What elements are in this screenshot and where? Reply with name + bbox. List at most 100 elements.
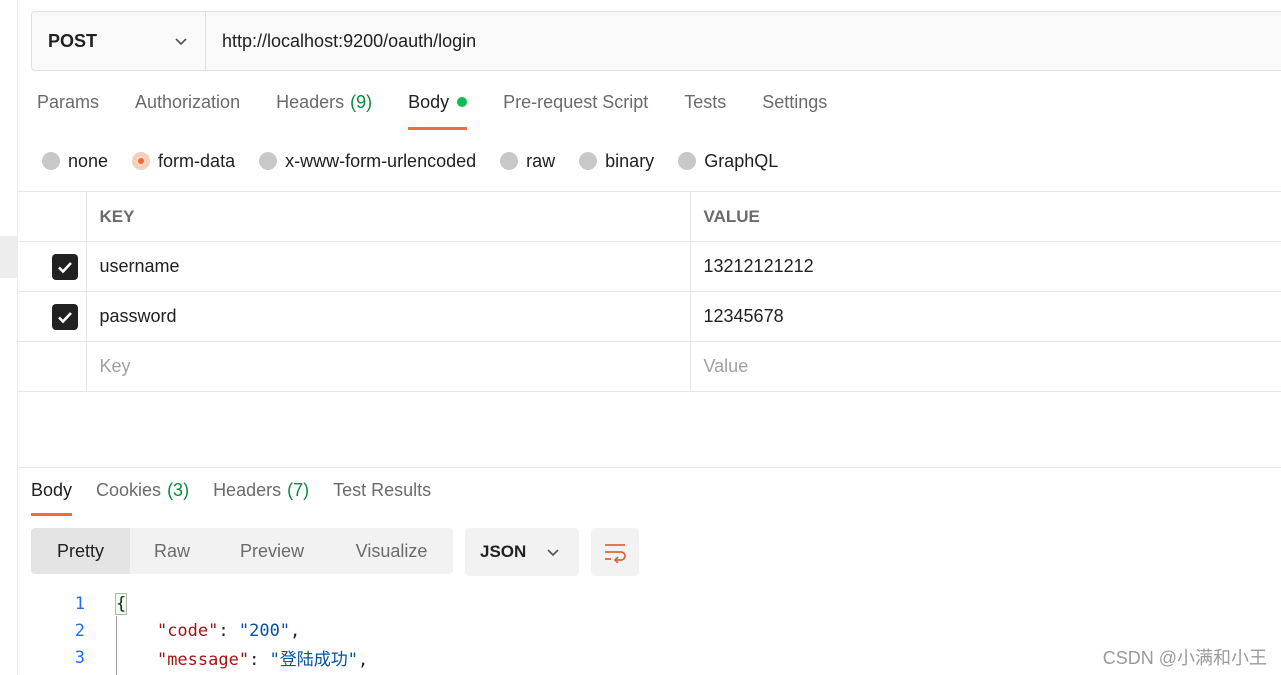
tab-count: (3) <box>167 480 190 500</box>
tab-label: Authorization <box>135 92 241 112</box>
sidebar-strip <box>0 0 18 675</box>
sidebar-active-marker <box>0 236 18 278</box>
view-mode-segmented: Pretty Raw Preview Visualize <box>31 528 453 574</box>
method-label: POST <box>48 30 98 51</box>
column-header-value: VALUE <box>690 191 1281 242</box>
active-indicator-dot <box>457 97 468 107</box>
row-check-cell <box>18 291 87 342</box>
pane-divider[interactable] <box>18 467 1281 468</box>
tab-count: (7) <box>287 480 310 500</box>
radio-label: x-www-form-urlencoded <box>285 150 477 171</box>
radio-label: raw <box>526 150 556 171</box>
tab-count: (9) <box>350 92 373 112</box>
radio-label: none <box>68 150 109 171</box>
method-select[interactable]: POST <box>32 12 206 70</box>
request-url-bar: POST http://localhost:9200/oauth/login <box>31 11 1281 71</box>
radio-label: form-data <box>158 150 236 171</box>
tab-label: Settings <box>762 92 828 112</box>
table-row: username 13212121212 <box>18 241 1281 292</box>
json-key: "code" <box>156 620 219 641</box>
chevron-down-icon <box>173 33 189 49</box>
tab-headers[interactable]: Headers (9) <box>276 92 372 130</box>
code-line: 1 { <box>31 590 368 617</box>
radio-circle <box>259 152 278 170</box>
tab-label: Body <box>31 480 73 500</box>
json-sep: : <box>218 620 239 641</box>
checkmark-icon <box>58 311 72 323</box>
tab-params[interactable]: Params <box>37 92 99 130</box>
format-select[interactable]: JSON <box>465 528 579 576</box>
format-label: JSON <box>480 542 527 561</box>
url-input[interactable]: http://localhost:9200/oauth/login <box>206 31 476 52</box>
line-number: 1 <box>74 593 85 614</box>
radio-x-www-form-urlencoded[interactable]: x-www-form-urlencoded <box>259 151 476 172</box>
code-line: 3 "message": "登陆成功", <box>31 644 369 671</box>
table-header-row: KEY VALUE <box>18 191 1281 242</box>
radio-label: GraphQL <box>704 150 779 171</box>
row-checkbox[interactable] <box>52 253 78 280</box>
tab-label: Pre-request Script <box>503 92 649 112</box>
json-comma: , <box>358 650 369 670</box>
tab-settings[interactable]: Settings <box>762 92 827 130</box>
value-cell[interactable]: 12345678 <box>690 291 1281 342</box>
chevron-down-icon <box>547 549 559 557</box>
request-tabs: Params Authorization Headers (9) Body Pre… <box>37 92 863 132</box>
response-tabs: Body Cookies (3) Headers (7) Test Results <box>31 480 455 516</box>
json-key: "message" <box>156 650 250 670</box>
radio-circle <box>579 152 598 170</box>
response-code-view[interactable]: 1 { 2 "code": "200", 3 "message": "登陆成功"… <box>31 590 369 675</box>
json-sep: : <box>249 650 270 670</box>
response-tab-headers[interactable]: Headers (7) <box>213 480 309 516</box>
view-raw-button[interactable]: Raw <box>130 528 214 574</box>
line-number: 2 <box>74 620 85 641</box>
value-input[interactable]: Value <box>690 341 1281 392</box>
radio-none[interactable]: none <box>42 151 108 172</box>
code-text: "code": "200", <box>86 621 300 641</box>
json-value: "登陆成功" <box>269 650 359 670</box>
view-visualize-button[interactable]: Visualize <box>330 528 453 574</box>
value-cell[interactable]: 13212121212 <box>690 241 1281 292</box>
radio-graphql[interactable]: GraphQL <box>678 151 778 172</box>
wrap-lines-button[interactable] <box>591 528 639 576</box>
code-text: { <box>86 592 128 615</box>
form-data-table: KEY VALUE username 13212121212 password … <box>18 191 1281 392</box>
table-row-empty: Key Value <box>18 341 1281 392</box>
key-cell[interactable]: username <box>86 241 691 292</box>
table-row: password 12345678 <box>18 291 1281 342</box>
radio-circle <box>500 152 519 170</box>
view-preview-button[interactable]: Preview <box>214 528 330 574</box>
row-check-cell <box>18 241 87 292</box>
radio-raw[interactable]: raw <box>500 151 555 172</box>
wrap-lines-icon <box>605 544 626 563</box>
radio-form-data[interactable]: form-data <box>132 151 235 172</box>
radio-circle <box>42 152 60 170</box>
json-comma: , <box>290 620 301 641</box>
tab-pre-request-script[interactable]: Pre-request Script <box>503 92 648 130</box>
row-check-cell <box>18 341 87 392</box>
response-tab-cookies[interactable]: Cookies (3) <box>96 480 189 516</box>
row-checkbox[interactable] <box>52 303 78 330</box>
open-brace: { <box>114 592 128 615</box>
key-input[interactable]: Key <box>86 341 691 392</box>
key-cell[interactable]: password <box>86 291 691 342</box>
tab-authorization[interactable]: Authorization <box>135 92 240 130</box>
tab-tests[interactable]: Tests <box>684 92 726 130</box>
code-line: 2 "code": "200", <box>31 617 368 644</box>
radio-circle <box>678 152 697 170</box>
tab-label: Tests <box>684 92 727 112</box>
line-number: 3 <box>74 647 85 668</box>
radio-binary[interactable]: binary <box>579 151 654 172</box>
code-text: "message": "登陆成功", <box>86 645 368 670</box>
response-tab-test-results[interactable]: Test Results <box>333 480 431 516</box>
radio-label: binary <box>605 150 655 171</box>
column-header-key: KEY <box>86 191 691 242</box>
radio-circle <box>132 152 151 170</box>
watermark: CSDN @小满和小王 <box>1102 648 1267 668</box>
checkmark-icon <box>58 261 72 273</box>
tab-label: Body <box>408 92 450 112</box>
response-tab-body[interactable]: Body <box>31 480 73 516</box>
tab-body[interactable]: Body <box>408 92 468 130</box>
view-pretty-button[interactable]: Pretty <box>31 528 130 574</box>
tab-label: Params <box>37 92 100 112</box>
header-check-cell <box>18 191 87 242</box>
